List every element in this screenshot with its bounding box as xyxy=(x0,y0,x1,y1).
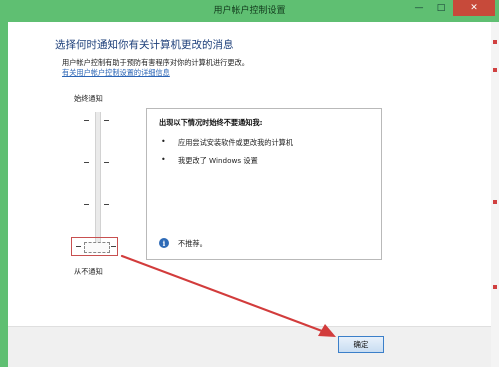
slider-tick xyxy=(104,120,109,121)
background-mark xyxy=(493,200,497,204)
uac-details-link[interactable]: 有关用户帐户控制设置的详细信息 xyxy=(62,68,170,78)
info-icon: i xyxy=(159,238,169,248)
minimize-button[interactable]: — xyxy=(409,0,429,16)
title-bar[interactable]: 用户帐户控制设置 — □ ✕ xyxy=(0,0,499,20)
level-description-panel: 出现以下情况时始终不要通知我: • 应用尝试安装软件或更改我的计算机 • 我更改… xyxy=(146,108,382,260)
panel-heading: 出现以下情况时始终不要通知我: xyxy=(159,118,263,127)
ok-button[interactable]: 确定 xyxy=(338,336,384,353)
background-mark xyxy=(493,285,497,289)
notification-slider-track[interactable] xyxy=(95,112,101,247)
page-title: 选择何时通知你有关计算机更改的消息 xyxy=(55,39,234,51)
close-button[interactable]: ✕ xyxy=(453,0,495,16)
slider-tick xyxy=(84,120,89,121)
bullet-icon: • xyxy=(161,137,166,146)
panel-list-item: 应用尝试安装软件或更改我的计算机 xyxy=(178,138,294,147)
slider-tick xyxy=(84,162,89,163)
screenshot-stage: 用户帐户控制设置 — □ ✕ 选择何时通知你有关计算机更改的消息 用户帐户控制有… xyxy=(0,0,499,367)
slider-top-label: 始终通知 xyxy=(74,94,103,103)
panel-list-item: 我更改了 Windows 设置 xyxy=(178,156,258,165)
slider-bottom-label: 从不通知 xyxy=(74,267,103,276)
background-mark xyxy=(493,68,497,72)
not-recommended-note: 不推荐。 xyxy=(178,239,207,248)
slider-tick xyxy=(84,204,89,205)
background-mark xyxy=(493,40,497,44)
slider-tick xyxy=(104,204,109,205)
annotation-highlight-box xyxy=(71,237,118,256)
dialog-footer xyxy=(8,326,491,367)
description-text: 用户帐户控制有助于预防有害程序对你的计算机进行更改。 xyxy=(62,58,249,67)
bullet-icon: • xyxy=(161,155,166,164)
background-window-edge xyxy=(491,22,499,367)
slider-tick xyxy=(104,162,109,163)
maximize-button[interactable]: □ xyxy=(431,0,451,16)
